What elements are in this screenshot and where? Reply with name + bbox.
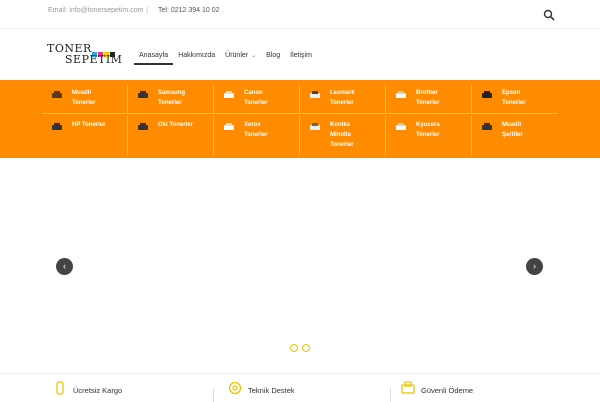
printer-icon bbox=[310, 123, 320, 130]
slider-pagination bbox=[290, 344, 310, 352]
printer-icon bbox=[138, 123, 148, 130]
category-epson-tonerler[interactable]: Epson Tonerler bbox=[472, 84, 558, 113]
category-kyocera-tonerler[interactable]: Kyocera Tonerler bbox=[386, 116, 472, 156]
email-text[interactable]: Email: info@tonersepetim.com bbox=[48, 7, 143, 14]
feature-label: Ücretsiz Kargo bbox=[73, 386, 123, 395]
printer-icon bbox=[52, 123, 62, 130]
phone-text[interactable]: Tel: 0212 394 10 02 bbox=[158, 7, 220, 14]
feature-secure-payment: Güvenli Ödeme bbox=[401, 381, 474, 395]
feature-label: Teknik Destek bbox=[248, 386, 295, 395]
separator: | bbox=[146, 6, 149, 15]
printer-icon bbox=[396, 91, 406, 98]
category-label: Muadil Tonerler bbox=[72, 90, 96, 106]
printer-icon bbox=[310, 91, 320, 98]
category-label: Xerox Tonerler bbox=[244, 122, 268, 138]
feature-tech-support: Teknik Destek bbox=[228, 381, 295, 395]
category-hp-tonerler[interactable]: HP Tonerler bbox=[42, 116, 128, 156]
category-label: Samsung Tonerler bbox=[158, 90, 186, 106]
category-label: Oki Tonerler bbox=[158, 122, 193, 128]
category-label: Konika Minolta Tonerler bbox=[330, 122, 354, 148]
nav-item-hakkimizda[interactable]: Hakkımızda bbox=[173, 49, 220, 65]
nav-item-anasayfa[interactable]: Anasayfa bbox=[134, 49, 174, 65]
logo-line-2: SEPETIM bbox=[65, 53, 123, 66]
slider-next-button[interactable]: › bbox=[526, 258, 543, 275]
category-samsung-tonerler[interactable]: Samsung Tonerler bbox=[128, 84, 214, 113]
printer-icon bbox=[482, 123, 492, 130]
slider-dot[interactable] bbox=[302, 344, 310, 352]
category-xerox-tonerler[interactable]: Xerox Tonerler bbox=[214, 116, 300, 156]
category-lexmark-tonerler[interactable]: Lexmark Tonerler bbox=[300, 84, 386, 113]
printer-icon bbox=[52, 91, 62, 98]
category-canon-tonerler[interactable]: Canon Tonerler bbox=[214, 84, 300, 113]
printer-icon bbox=[224, 91, 234, 98]
category-row-2: HP Tonerler Oki Tonerler Xerox Tonerler … bbox=[42, 116, 558, 156]
site-logo[interactable]: TONER SEPETIM bbox=[47, 42, 123, 70]
printer-icon bbox=[224, 123, 234, 130]
payment-icon bbox=[401, 381, 415, 394]
feature-free-shipping: Ücretsiz Kargo bbox=[56, 381, 123, 395]
main-nav: Anasayfa Hakkımızda Ürünler ⌄ Blog İletiş… bbox=[134, 49, 317, 65]
search-icon[interactable] bbox=[543, 9, 555, 21]
category-label: Kyocera Tonerler bbox=[416, 122, 440, 138]
feature-label: Güvenli Ödeme bbox=[421, 386, 474, 395]
nav-item-urunler[interactable]: Ürünler ⌄ bbox=[220, 49, 261, 65]
category-row-1: Muadil Tonerler Samsung Tonerler Canon T… bbox=[42, 84, 558, 114]
category-label: Muadil Şeritler bbox=[502, 122, 523, 138]
printer-icon bbox=[396, 123, 406, 130]
nav-item-urunler-label: Ürünler bbox=[225, 52, 249, 59]
features-bar: Ücretsiz Kargo Teknik Destek Güvenli Öde… bbox=[0, 373, 600, 402]
printer-icon bbox=[138, 91, 148, 98]
chevron-down-icon: ⌄ bbox=[251, 53, 257, 59]
slider-dot[interactable] bbox=[290, 344, 298, 352]
category-label: Epson Tonerler bbox=[502, 90, 526, 106]
nav-item-iletisim[interactable]: İletişim bbox=[285, 49, 317, 65]
nav-item-blog[interactable]: Blog bbox=[261, 49, 285, 65]
top-bar: Email: info@tonersepetim.com | Tel: 0212… bbox=[0, 0, 600, 29]
category-muadil-seritler[interactable]: Muadil Şeritler bbox=[472, 116, 558, 156]
category-oki-tonerler[interactable]: Oki Tonerler bbox=[128, 116, 214, 156]
category-konika-minolta-tonerler[interactable]: Konika Minolta Tonerler bbox=[300, 116, 386, 156]
support-icon bbox=[228, 381, 242, 395]
slider-prev-button[interactable]: ‹ bbox=[56, 258, 73, 275]
hero-slider: ‹ › bbox=[0, 158, 600, 372]
category-muadil-tonerler[interactable]: Muadil Tonerler bbox=[42, 84, 128, 113]
shipping-icon bbox=[56, 381, 64, 395]
category-label: HP Tonerler bbox=[72, 122, 106, 128]
category-brother-tonerler[interactable]: Brother Tonerler bbox=[386, 84, 472, 113]
category-label: Lexmark Tonerler bbox=[330, 90, 355, 106]
category-label: Canon Tonerler bbox=[244, 90, 268, 106]
main-header: TONER SEPETIM Anasayfa Hakkımızda Ürünle… bbox=[0, 30, 600, 80]
printer-icon bbox=[482, 91, 492, 98]
category-label: Brother Tonerler bbox=[416, 90, 440, 106]
